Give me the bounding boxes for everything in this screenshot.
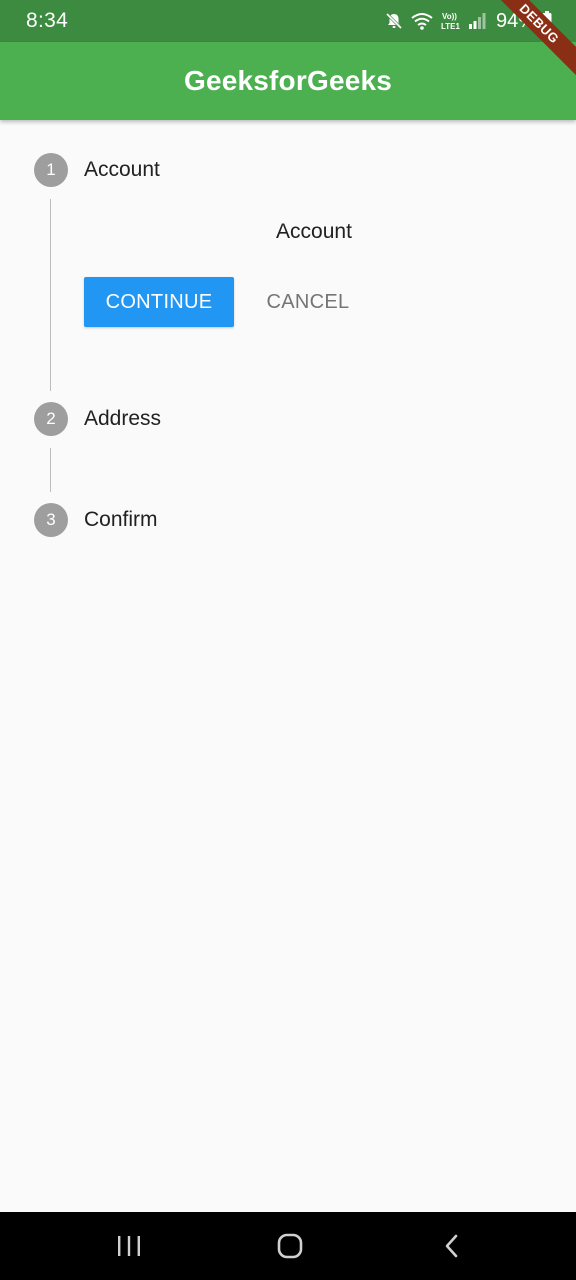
signal-icon — [468, 12, 486, 30]
app-title: GeeksforGeeks — [183, 65, 393, 96]
system-nav-bar — [0, 1212, 576, 1280]
step-label-account: Account — [84, 158, 160, 181]
mute-icon — [384, 11, 404, 31]
app-screen: 8:34 Vo)) LTE1 94% DEBUG GeeksforGeeks 1… — [0, 0, 576, 1280]
step-label-confirm: Confirm — [84, 508, 158, 531]
svg-text:LTE1: LTE1 — [441, 22, 461, 31]
step-address[interactable]: 2 Address — [34, 402, 161, 436]
step-label-address: Address — [84, 407, 162, 430]
continue-button[interactable]: CONTINUE — [84, 277, 234, 327]
step-number-2: 2 — [34, 402, 68, 436]
step-connector-1 — [50, 199, 51, 391]
status-time: 8:34 — [26, 9, 69, 32]
step-number-1: 1 — [34, 153, 68, 187]
step-number-3: 3 — [34, 503, 68, 537]
cancel-button[interactable]: CANCEL — [248, 277, 368, 327]
back-icon[interactable] — [432, 1230, 472, 1262]
step-account[interactable]: 1 Account — [34, 153, 160, 187]
app-bar: GeeksforGeeks — [0, 42, 576, 120]
volte-icon: Vo)) LTE1 — [440, 10, 462, 32]
wifi-icon — [410, 11, 434, 31]
status-bar: 8:34 Vo)) LTE1 94% — [0, 0, 576, 42]
step-connector-2 — [50, 448, 51, 492]
svg-text:Vo)): Vo)) — [442, 12, 457, 21]
recents-icon[interactable] — [109, 1230, 149, 1262]
step-content-text: Account — [276, 220, 352, 243]
step-confirm[interactable]: 3 Confirm — [34, 503, 158, 537]
home-icon[interactable] — [270, 1230, 310, 1262]
